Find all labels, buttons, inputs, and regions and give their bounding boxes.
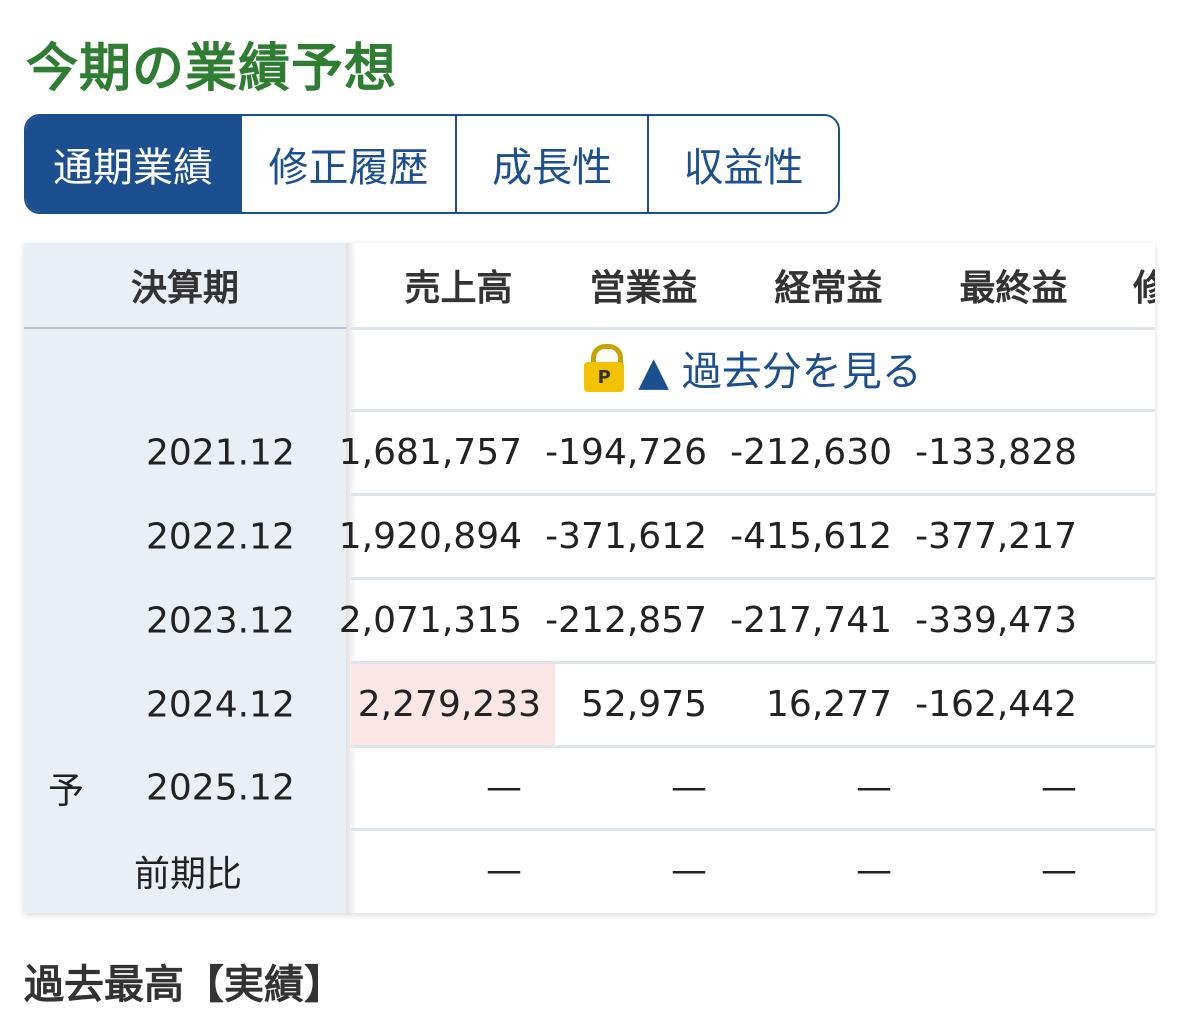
- cell-operating-profit: -371,612: [545, 516, 707, 557]
- cell-operating-profit: —: [671, 767, 707, 808]
- cell-sales: 1,920,894: [338, 516, 522, 557]
- period-label: 2023.12: [146, 600, 295, 642]
- cell-sales: 1,681,757: [338, 432, 522, 473]
- cell-sales: —: [486, 850, 522, 891]
- page-title: 今期の業績予想: [26, 39, 398, 99]
- period-row: 前期比: [24, 829, 346, 913]
- period-row: 2022.12: [24, 495, 346, 579]
- column-header-net-profit: 最終益: [959, 268, 1068, 309]
- period-header: 決算期: [24, 243, 346, 329]
- table-row: 1,920,894 -371,612 -415,612 -377,217: [338, 496, 1155, 580]
- column-header-truncated: 修: [1133, 268, 1155, 309]
- column-header-ordinary-profit: 経常益: [774, 268, 883, 309]
- cell-ordinary-profit: -217,741: [730, 600, 892, 641]
- column-header-row: 売上高 営業益 経常益 最終益 修: [351, 243, 1155, 330]
- cell-net-profit: —: [1041, 850, 1077, 891]
- cell-net-profit: -377,217: [915, 516, 1077, 557]
- cell-ordinary-profit: -212,630: [730, 432, 892, 473]
- period-row: 2023.12: [24, 579, 346, 663]
- period-label: 2021.12: [146, 432, 295, 474]
- premium-lock-icon: P: [584, 344, 625, 392]
- cell-net-profit: —: [1041, 767, 1077, 808]
- show-past-link[interactable]: P ▲ 過去分を見る: [351, 327, 1155, 412]
- table-row: — — — —: [351, 747, 1155, 831]
- tab-bar: 通期業績 修正履歴 成長性 収益性: [24, 114, 840, 214]
- earnings-table: 決算期 2021.12 2022.12 2023.12 2024.12 予 20…: [24, 243, 1155, 913]
- cell-ordinary-profit: —: [856, 767, 892, 808]
- tab-profitability[interactable]: 収益性: [647, 116, 838, 212]
- period-column: 決算期 2021.12 2022.12 2023.12 2024.12 予 20…: [24, 243, 356, 913]
- show-past-label: ▲ 過去分を見る: [638, 349, 922, 395]
- next-section-title: 過去最高【実績】: [24, 962, 344, 1008]
- cell-sales: —: [486, 767, 522, 808]
- period-label: 2024.12: [146, 684, 295, 726]
- tab-growth[interactable]: 成長性: [455, 116, 647, 212]
- period-label: 2025.12: [146, 767, 295, 809]
- table-row: — — — —: [351, 830, 1155, 911]
- period-row: 予 2025.12: [24, 746, 346, 830]
- column-header-operating-profit: 営業益: [589, 268, 698, 309]
- cell-ordinary-profit: -415,612: [730, 516, 892, 557]
- cell-net-profit: -162,442: [915, 684, 1077, 725]
- cell-operating-profit: 52,975: [581, 684, 707, 725]
- tab-annual-results[interactable]: 通期業績: [26, 116, 240, 212]
- table-row: 1,681,757 -194,726 -212,630 -133,828: [338, 412, 1155, 496]
- column-header-sales: 売上高: [404, 268, 513, 309]
- cell-operating-profit: -212,857: [545, 600, 707, 641]
- lock-letter: P: [597, 366, 611, 388]
- cell-operating-profit: -194,726: [545, 432, 707, 473]
- cell-ordinary-profit: —: [856, 850, 892, 891]
- table-row: 2,071,315 -212,857 -217,741 -339,473: [338, 580, 1155, 664]
- forecast-prefix: 予: [48, 771, 85, 812]
- cell-net-profit: -339,473: [915, 600, 1077, 641]
- cell-operating-profit: —: [671, 850, 707, 891]
- period-row: 2024.12: [24, 663, 346, 747]
- cell-sales: 2,071,315: [338, 600, 522, 641]
- period-row: 2021.12: [24, 411, 346, 495]
- table-row: 2,279,233 52,975 16,277 -162,442: [351, 664, 1155, 748]
- values-area: 売上高 営業益 経常益 最終益 修 P ▲ 過去分を見る 1,681,757 -…: [338, 243, 1155, 913]
- period-label: 前期比: [134, 854, 243, 895]
- cell-net-profit: -133,828: [915, 432, 1077, 473]
- period-label: 2022.12: [146, 516, 295, 558]
- tab-revision-history[interactable]: 修正履歴: [240, 116, 455, 212]
- cell-sales-highlighted: 2,279,233: [351, 664, 555, 745]
- cell-ordinary-profit: 16,277: [766, 684, 892, 725]
